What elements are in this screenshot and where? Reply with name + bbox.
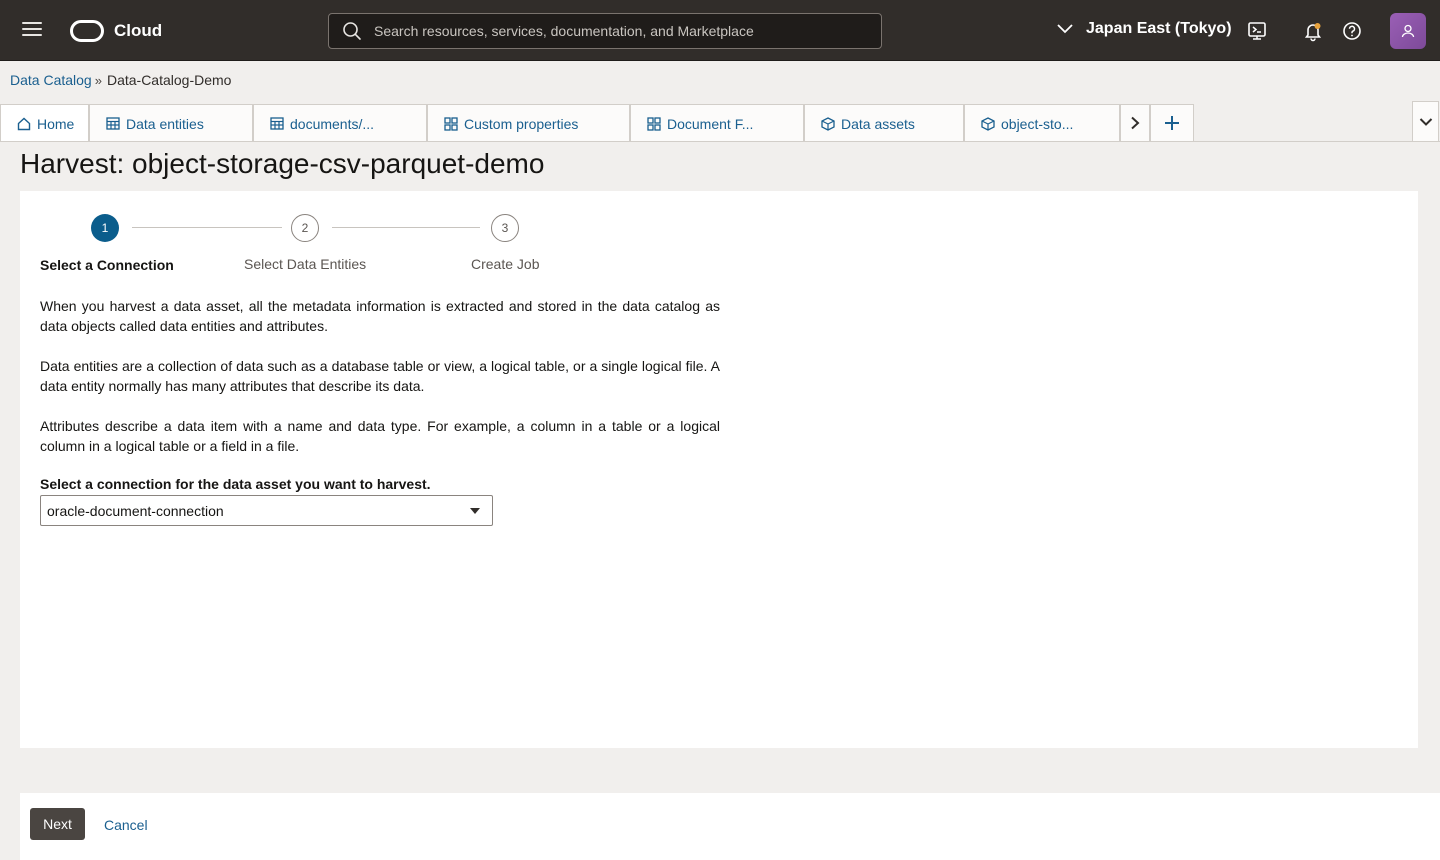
cancel-link[interactable]: Cancel <box>104 817 148 833</box>
tab-scroll-right-button[interactable] <box>1120 104 1150 142</box>
cube-icon <box>981 116 995 131</box>
step-3-label: Create Job <box>471 256 540 272</box>
brand-name[interactable]: Cloud <box>114 21 162 41</box>
tab-object-sto[interactable]: object-sto... <box>964 104 1120 142</box>
search-input[interactable] <box>374 23 881 39</box>
wizard-footer: Next Cancel <box>20 793 1440 860</box>
tab-data-entities[interactable]: Data entities <box>89 104 253 142</box>
tab-document-f-label: Document F... <box>667 115 754 132</box>
hamburger-menu-icon[interactable] <box>22 22 42 38</box>
step-3-indicator[interactable]: 3 <box>491 214 519 242</box>
tab-data-assets[interactable]: Data assets <box>804 104 964 142</box>
tab-bar: Home Data entities documents/... Custom … <box>0 101 1440 142</box>
connection-field-label: Select a connection for the data asset y… <box>40 476 431 492</box>
user-avatar[interactable] <box>1390 13 1426 49</box>
search-box[interactable] <box>328 13 882 49</box>
connection-select[interactable]: oracle-document-connection <box>40 495 493 526</box>
tab-document-f[interactable]: Document F... <box>630 104 804 142</box>
cloud-shell-icon[interactable] <box>1246 20 1268 42</box>
chevron-down-icon <box>1057 24 1073 34</box>
table-icon <box>270 117 284 130</box>
step-2-label: Select Data Entities <box>244 256 367 272</box>
breadcrumb-current: Data-Catalog-Demo <box>106 72 232 88</box>
tab-custom-properties-label: Custom properties <box>464 115 579 132</box>
step-connector <box>132 227 282 228</box>
chevron-right-icon <box>1131 116 1140 130</box>
tab-overflow-button[interactable] <box>1412 101 1439 142</box>
search-icon <box>343 22 361 40</box>
region-label: Japan East (Tokyo) <box>1086 20 1232 37</box>
chevron-down-icon <box>1419 117 1432 126</box>
plus-icon <box>1165 116 1179 130</box>
grid-icon <box>647 116 661 131</box>
top-bar: Cloud Japan East (Tokyo) <box>0 0 1440 61</box>
tab-home-label: Home <box>37 115 75 132</box>
grid-icon <box>444 116 458 131</box>
step-1-label: Select a Connection <box>40 257 174 273</box>
harvest-wizard-panel: 1 2 3 Select a Connection Select Data En… <box>20 191 1418 748</box>
tab-documents-label: documents/... <box>290 115 375 132</box>
connection-select-value: oracle-document-connection <box>47 502 224 519</box>
user-icon <box>1401 24 1415 38</box>
breadcrumb: Data Catalog » Data-Catalog-Demo <box>10 72 231 88</box>
tab-data-entities-label: Data entities <box>126 115 204 132</box>
next-button[interactable]: Next <box>30 808 85 840</box>
tab-bar-divider <box>0 141 1440 142</box>
step-1-indicator[interactable]: 1 <box>91 214 119 242</box>
oracle-logo-icon[interactable] <box>70 20 104 42</box>
tab-data-assets-label: Data assets <box>841 115 915 132</box>
breadcrumb-data-catalog[interactable]: Data Catalog <box>10 72 92 88</box>
caret-down-icon <box>470 508 480 514</box>
home-icon <box>17 117 31 130</box>
breadcrumb-separator: » <box>94 72 102 88</box>
region-selector[interactable]: Japan East (Tokyo) <box>1056 20 1232 38</box>
step-2-indicator[interactable]: 2 <box>291 214 319 242</box>
cube-icon <box>821 116 835 131</box>
tab-object-sto-label: object-sto... <box>1001 115 1074 132</box>
table-icon <box>106 117 120 130</box>
add-tab-button[interactable] <box>1150 104 1194 142</box>
notification-bell-icon[interactable] <box>1302 20 1324 42</box>
page-title: Harvest: object-storage-csv-parquet-demo <box>20 148 545 179</box>
tab-home[interactable]: Home <box>0 104 89 142</box>
description-data-entities: Data entities are a collection of data s… <box>40 358 720 394</box>
tab-documents[interactable]: documents/... <box>253 104 427 142</box>
description-attributes: Attributes describe a data item with a n… <box>40 418 720 454</box>
step-connector <box>332 227 480 228</box>
description-harvest: When you harvest a data asset, all the m… <box>40 298 720 334</box>
tab-custom-properties[interactable]: Custom properties <box>427 104 630 142</box>
help-icon[interactable] <box>1341 20 1363 42</box>
